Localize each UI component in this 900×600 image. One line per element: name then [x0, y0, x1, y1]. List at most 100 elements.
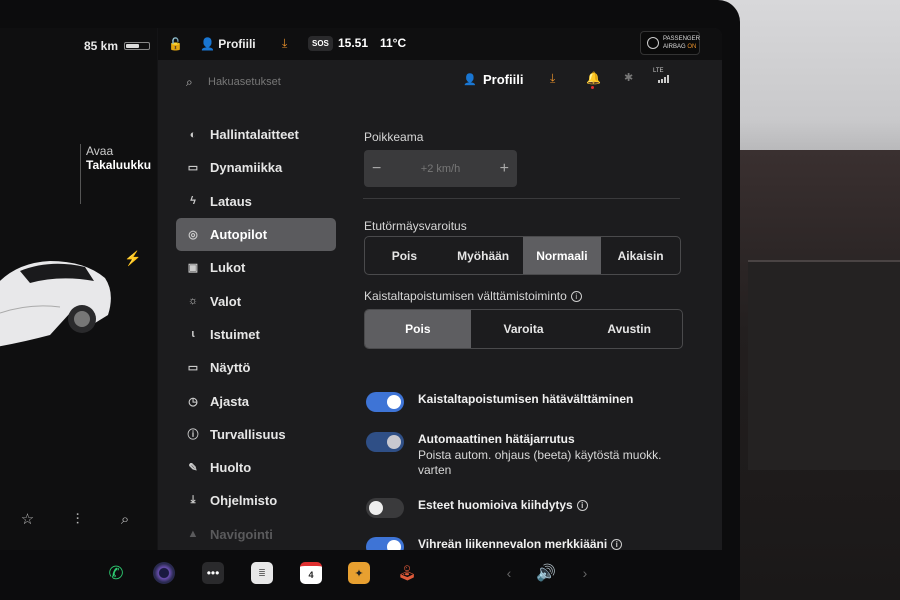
car-model-image: [0, 261, 111, 347]
lane-departure-avoidance-selector: Pois Varoita Avustin: [364, 309, 683, 349]
settings-header: ⌕ 👤 Profiili ⤓ 🔔 ✱ LTE: [158, 62, 722, 106]
nav-item-label: Lukot: [210, 260, 246, 276]
forward-collision-warning-selector: Pois Myöhään Normaali Aikaisin: [364, 236, 681, 275]
info-icon[interactable]: i: [576, 500, 588, 511]
nav-item-turvallisuus[interactable]: ⓘ Turvallisuus: [176, 418, 336, 451]
nav-item-label: Dynamiikka: [210, 160, 283, 176]
profile-icon: 👤: [463, 74, 477, 86]
lock-icon: ▣: [187, 262, 199, 275]
nav-item-label: Näyttö: [210, 360, 251, 376]
nav-item-näyttö[interactable]: ▭ Näyttö: [176, 351, 336, 384]
steering-wheel-icon: ◎: [188, 229, 198, 242]
lane-label-row: Kaistaltapoistumisen välttämistoiminto i: [364, 289, 582, 303]
nav-item-lataus[interactable]: ϟ Lataus: [176, 185, 336, 218]
plus-button[interactable]: +: [500, 160, 509, 178]
toggle-icon: ◐: [189, 128, 197, 141]
nav-item-ajasta[interactable]: ◷ Ajasta: [176, 384, 336, 417]
bluetooth-icon[interactable]: ✱: [624, 71, 633, 84]
nav-item-label: Ajasta: [210, 393, 250, 409]
toggle-knob: [387, 540, 401, 550]
nav-item-lukot[interactable]: ▣ Lukot: [176, 251, 336, 284]
games-app-icon[interactable]: ✦: [348, 562, 370, 584]
offset-label: Poikkeama: [364, 130, 424, 144]
toggle-switch[interactable]: [366, 537, 404, 550]
volume-icon[interactable]: 🔊: [532, 562, 560, 584]
fcw-option[interactable]: Myöhään: [444, 237, 523, 274]
car-quick-bar: ☆ ⫶ ⌕: [0, 498, 150, 540]
lane-departure-option[interactable]: Avustin: [576, 310, 682, 348]
download-icon[interactable]: ⤓: [282, 36, 287, 51]
sos-badge[interactable]: SOS: [308, 36, 333, 51]
info-icon[interactable]: i: [570, 291, 582, 302]
download-icon[interactable]: ⤓: [550, 71, 555, 86]
calendar-app-icon[interactable]: 4: [300, 562, 322, 584]
toggle-label-row: Kaistaltapoistumisen hätävälttäminen: [418, 392, 633, 407]
charge-port-icon[interactable]: ⚡: [124, 250, 141, 267]
joystick-icon[interactable]: 🕹: [396, 562, 418, 584]
sliders-icon[interactable]: ⫶: [76, 511, 80, 528]
nav-item-ohjelmisto[interactable]: ⤓ Ohjelmisto: [176, 484, 336, 517]
lane-departure-label: Kaistaltapoistumisen välttämistoiminto: [364, 289, 567, 303]
status-profile-label: Profiili: [218, 37, 256, 51]
open-trunk-button[interactable]: Avaa Takaluukku: [86, 144, 151, 172]
camera-app-icon[interactable]: [153, 562, 175, 584]
fcw-option[interactable]: Aikaisin: [601, 237, 680, 274]
phone-icon[interactable]: ✆: [105, 562, 127, 584]
nav-item-label: Valot: [210, 293, 242, 309]
toggle-label: Esteet huomioiva kiihdytys: [418, 498, 573, 512]
battery-fill: [126, 44, 139, 48]
nav-item-istuimet[interactable]: ɩ Istuimet: [176, 318, 336, 351]
profile-button[interactable]: Profiili: [483, 72, 523, 87]
volume-up-arrow-icon[interactable]: ›: [574, 562, 596, 584]
dashboard-background: [740, 150, 900, 600]
sun-icon: ☼: [187, 295, 199, 308]
status-profile[interactable]: 👤 Profiili: [200, 37, 256, 51]
airbag-line2: AIRBAG: [663, 44, 686, 50]
star-icon[interactable]: ☆: [21, 510, 34, 528]
toggle-switch[interactable]: [366, 392, 404, 412]
bell-icon[interactable]: 🔔: [586, 71, 601, 85]
settings-search-input[interactable]: [208, 72, 438, 92]
more-apps-icon[interactable]: •••: [202, 562, 224, 584]
volume-down-arrow-icon[interactable]: ‹: [498, 562, 520, 584]
display-icon: ▭: [187, 362, 199, 375]
nav-item-autopilot[interactable]: ◎ Autopilot: [176, 217, 336, 252]
nav-item-huolto[interactable]: ✎ Huolto: [176, 451, 336, 484]
fcw-label: Etutörmäysvaroitus: [364, 219, 467, 233]
nav-item-label: Navigointi: [210, 526, 273, 542]
toggle-knob: [387, 395, 401, 409]
speed-offset-stepper[interactable]: − +2 km/h +: [364, 150, 517, 187]
info-icon[interactable]: i: [611, 539, 623, 550]
offset-value: +2 km/h: [420, 162, 461, 175]
toggle-label: Kaistaltapoistumisen hätävälttäminen: [418, 392, 634, 406]
toggle-switch[interactable]: [366, 498, 404, 518]
search-icon[interactable]: ⌕: [121, 511, 129, 528]
trunk-pointer-line: [80, 144, 81, 204]
notification-dot: [591, 86, 594, 89]
nav-item-label: Hallintalaitteet: [210, 127, 299, 143]
bolt-icon: ϟ: [190, 195, 196, 208]
unlock-icon[interactable]: 🔓: [168, 37, 183, 51]
toggle-switch[interactable]: [366, 432, 404, 452]
nav-item-navigointi[interactable]: ▲ Navigointi: [176, 518, 336, 550]
lane-departure-option[interactable]: Pois: [365, 310, 471, 348]
lane-departure-option[interactable]: Varoita: [471, 310, 577, 348]
nav-item-label: Istuimet: [210, 326, 260, 342]
toggle-label-row: Vihreän liikennevalon merkkiääni i: [418, 537, 623, 550]
airbag-icon: [647, 37, 659, 49]
photo-scene: 85 km Avaa Takaluukku ⚡ ☆ ⫶ ⌕ 🔓 👤 Profii…: [0, 0, 900, 600]
fcw-option[interactable]: Pois: [365, 237, 444, 274]
nav-item-valot[interactable]: ☼ Valot: [176, 284, 336, 317]
nav-item-dynamiikka[interactable]: ▭ Dynamiikka: [176, 151, 336, 184]
car-panel: 85 km Avaa Takaluukku ⚡ ☆ ⫶ ⌕: [0, 28, 157, 550]
range-readout: 85 km: [84, 39, 119, 53]
alert-circle-icon: ⓘ: [187, 429, 199, 442]
battery-icon: [124, 42, 150, 50]
clock: 15.51: [338, 36, 369, 50]
fcw-option[interactable]: Normaali: [522, 237, 602, 274]
minus-button[interactable]: −: [372, 160, 381, 178]
notes-app-icon[interactable]: ≣: [251, 562, 273, 584]
status-bar: 🔓 👤 Profiili ⤓ SOS 15.51 11°C PASSENGER …: [158, 28, 722, 60]
toggle-label-row: Automaattinen hätäjarrutus: [418, 432, 575, 447]
nav-item-hallintalaitteet[interactable]: ◐ Hallintalaitteet: [176, 118, 336, 151]
